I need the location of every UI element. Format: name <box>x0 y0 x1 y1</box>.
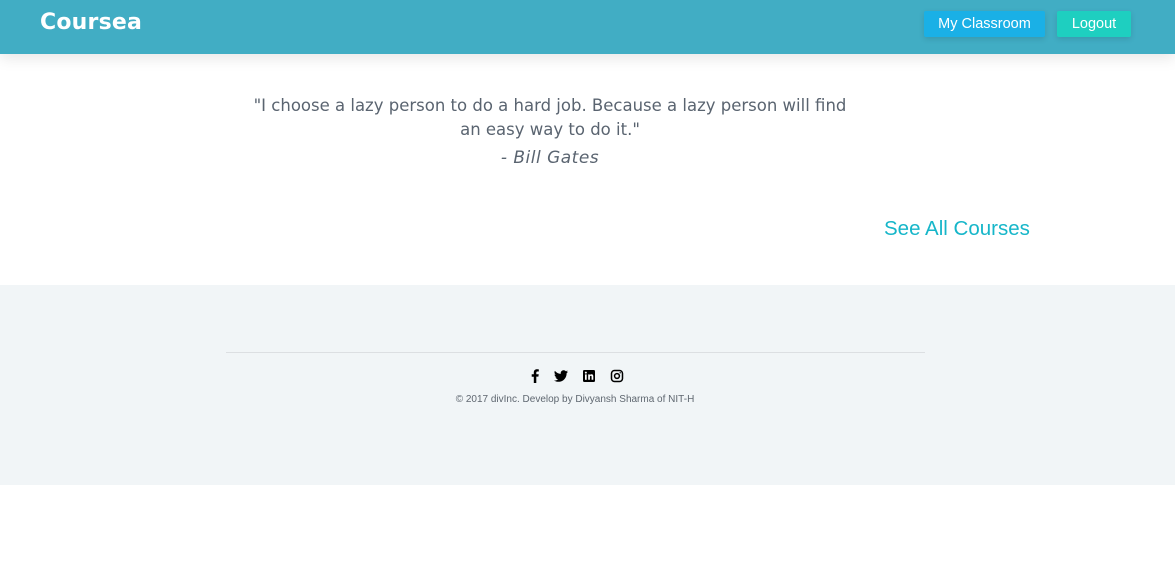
brand-logo[interactable]: Coursea <box>40 10 142 35</box>
footer: © 2017 divInc. Develop by Divyansh Sharm… <box>0 285 1175 485</box>
my-classroom-button[interactable]: My Classroom <box>924 11 1045 37</box>
quote-author: - Bill Gates <box>500 148 600 168</box>
footer-divider <box>226 352 925 353</box>
linkedin-icon[interactable] <box>581 368 597 384</box>
quote-text: "I choose a lazy person to do a hard job… <box>253 96 847 139</box>
twitter-icon[interactable] <box>553 368 569 384</box>
copyright-text: © 2017 divInc. Develop by Divyansh Sharm… <box>455 394 695 405</box>
facebook-icon[interactable] <box>527 368 543 384</box>
see-all-courses-link[interactable]: See All Courses <box>884 217 1030 241</box>
logout-button[interactable]: Logout <box>1057 11 1131 37</box>
top-navbar: Coursea My Classroom Logout <box>0 0 1175 54</box>
quote-block: "I choose a lazy person to do a hard job… <box>250 94 850 170</box>
instagram-icon[interactable] <box>609 368 625 384</box>
